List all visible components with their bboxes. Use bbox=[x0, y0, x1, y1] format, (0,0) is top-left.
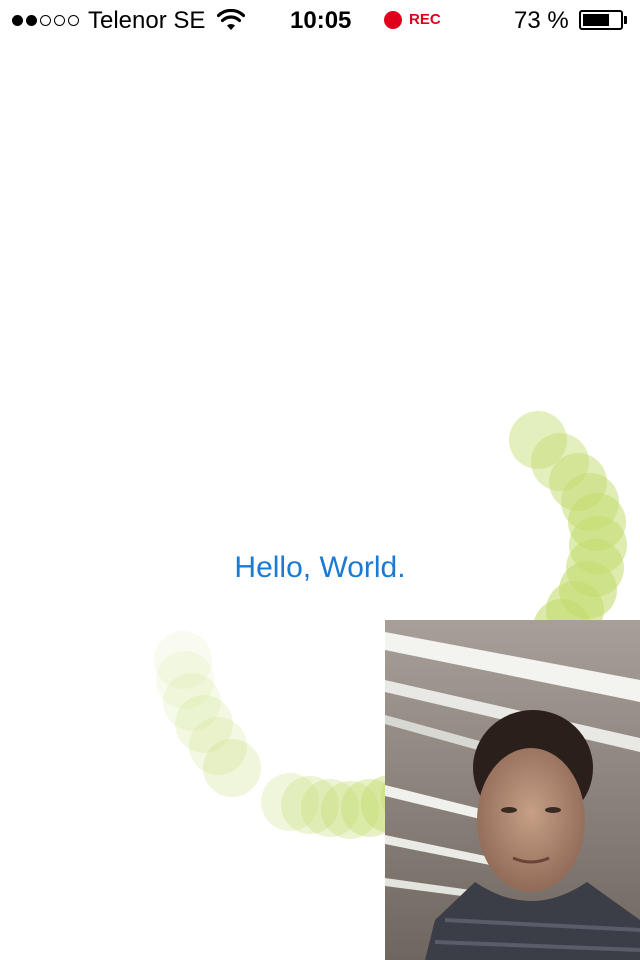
battery-level-fill bbox=[583, 14, 609, 26]
trail-circle bbox=[549, 453, 607, 511]
trail-circle bbox=[156, 651, 214, 709]
battery-tip bbox=[624, 16, 627, 24]
recording-label: REC bbox=[409, 11, 441, 28]
battery-icon bbox=[579, 10, 623, 30]
trail-circle bbox=[301, 779, 359, 837]
clock: 10:05 bbox=[290, 7, 352, 34]
trail-circle bbox=[531, 433, 589, 491]
trail-circle bbox=[561, 473, 619, 531]
hello-world-label: Hello, World. bbox=[234, 551, 406, 584]
battery-percentage: 73 % bbox=[514, 7, 569, 34]
signal-strength-icon bbox=[12, 13, 79, 27]
trail-circle bbox=[281, 776, 339, 834]
trail-circle bbox=[321, 781, 379, 839]
wifi-icon bbox=[217, 9, 245, 30]
trail-circle bbox=[189, 717, 247, 775]
trail-circle bbox=[203, 739, 261, 797]
signal-dot bbox=[68, 14, 79, 26]
trail-circle bbox=[261, 773, 319, 831]
recording-dot-icon bbox=[384, 11, 402, 29]
carrier-name: Telenor SE bbox=[88, 7, 206, 34]
trail-circle bbox=[154, 631, 212, 689]
trail-circle bbox=[568, 493, 626, 551]
status-bar: Telenor SE 10:05 REC 73 % bbox=[0, 0, 640, 40]
signal-dot bbox=[40, 14, 51, 26]
trail-circle bbox=[175, 695, 233, 753]
trail-circle bbox=[163, 673, 221, 731]
camera-preview bbox=[385, 620, 640, 960]
camera-preview-image bbox=[385, 620, 640, 960]
trail-circle bbox=[509, 411, 567, 469]
signal-dot bbox=[54, 14, 65, 26]
signal-dot bbox=[26, 14, 37, 26]
signal-dot bbox=[12, 14, 23, 26]
